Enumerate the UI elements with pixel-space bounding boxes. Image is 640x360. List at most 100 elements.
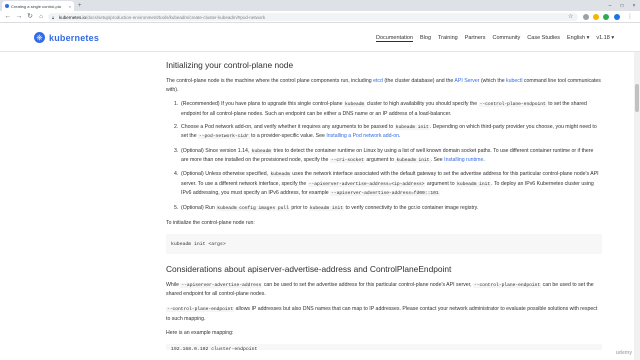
kubectl-link[interactable]: kubectl <box>506 78 522 84</box>
item-text: (Recommended) If you have plans to upgra… <box>181 100 602 118</box>
address-bar[interactable]: 🔒︎ kubernetes.io /docs/setup/production-… <box>48 13 578 21</box>
item-number: 4. <box>174 171 179 178</box>
item-number: 1. <box>174 101 179 108</box>
inline-code: kubeadm init <box>394 124 430 130</box>
pod-network-link[interactable]: Installing a Pod network add-on <box>326 133 399 139</box>
steps-list: 1. (Recommended) If you have plans to up… <box>174 100 602 213</box>
nav-documentation[interactable]: Documentation <box>376 35 413 42</box>
run-instruction: To initialize the control-plane node run… <box>166 220 255 227</box>
intro-paragraph: The control-plane node is the machine wh… <box>166 77 602 94</box>
nav-language-select[interactable]: English ▾ <box>567 35 589 42</box>
code-block[interactable]: kubeadm init <args> <box>166 233 602 254</box>
text: (Optional) Unless otherwise specified, <box>181 171 270 178</box>
item-number: 2. <box>174 123 179 130</box>
inline-code: --apiserver-advertise-address <box>180 282 263 288</box>
inline-code: --control-plane-endpoint <box>473 282 542 288</box>
nav-training[interactable]: Training <box>438 35 458 42</box>
nav-version-select[interactable]: v1.18 ▾ <box>596 35 614 42</box>
inline-code: --control-plane-endpoint <box>166 306 235 312</box>
inline-code: kubeadm <box>269 172 291 178</box>
home-icon[interactable]: ⌂ <box>37 13 45 21</box>
code-block[interactable]: 192.168.0.102 cluster-endpoint <box>166 343 602 352</box>
paragraph: While --apiserver-advertise-address can … <box>166 281 602 299</box>
etcd-link[interactable]: etcd <box>373 78 383 84</box>
url-path: /docs/setup/production-environment/tools… <box>86 14 266 20</box>
text: to a provider-specific value. See <box>249 133 327 140</box>
list-item: 3. (Optional) Since version 1.14, kubead… <box>174 147 602 166</box>
inline-code: --apiserver-advertise-address=<ip-addres… <box>307 181 426 187</box>
paragraph: Here is an example mapping: <box>166 330 234 337</box>
kubernetes-logo[interactable]: ⎈ kubernetes <box>34 32 99 43</box>
new-tab-icon[interactable]: + <box>78 2 82 10</box>
text: While <box>166 281 181 288</box>
inline-code: --apiserver-advertise-address=fd00::101 <box>330 191 440 197</box>
main-content: Initializing your control-plane node The… <box>166 60 602 352</box>
bookmark-star-icon[interactable]: ☆ <box>568 13 573 21</box>
browser-tab-strip: Creating a single control-pla × + – □ × <box>0 0 640 11</box>
forward-icon[interactable]: → <box>15 13 23 21</box>
item-text: (Optional) Run kubeadm config images pul… <box>181 204 478 214</box>
inline-code: kubeadm init <box>395 158 431 164</box>
extension-icon[interactable] <box>583 14 589 20</box>
text: argument to <box>364 157 396 164</box>
installing-runtime-link[interactable]: Installing runtime <box>444 157 483 163</box>
text: can be used to set the advertise address… <box>262 281 473 288</box>
text: prior to <box>289 204 309 211</box>
text: . <box>483 157 485 164</box>
extension-icon[interactable] <box>603 14 609 20</box>
text: (Optional) Since version 1.14, <box>181 147 251 154</box>
tab-close-icon[interactable]: × <box>69 4 71 9</box>
nav-case-studies[interactable]: Case Studies <box>527 35 560 42</box>
inline-code: kubeadm init <box>456 181 492 187</box>
extension-icon[interactable] <box>593 14 599 20</box>
inline-code: --cri-socket <box>329 158 365 164</box>
inline-code: kubeadm config images pull <box>216 205 290 211</box>
text: (Recommended) If you have plans to upgra… <box>181 101 344 108</box>
scrollbar-thumb[interactable] <box>635 84 639 112</box>
section-heading: Initializing your control-plane node <box>166 60 294 70</box>
text: cluster to high availability you should … <box>365 101 479 108</box>
site-header: ⎈ kubernetes Documentation Blog Training… <box>0 24 640 52</box>
list-item: 4. (Optional) Unless otherwise specified… <box>174 170 602 199</box>
text: . See <box>430 157 445 164</box>
inline-code: --control-plane-endpoint <box>478 102 547 108</box>
item-number: 5. <box>174 204 179 211</box>
section-heading: Considerations about apiserver-advertise… <box>166 263 452 274</box>
menu-kebab-icon[interactable]: ⋮ <box>626 13 634 21</box>
text: (which the <box>479 78 507 84</box>
list-item: 2. Choose a Pod network add-on, and veri… <box>174 123 602 142</box>
lock-icon: 🔒︎ <box>52 14 55 20</box>
text: (Optional) Run <box>181 204 217 211</box>
minimize-icon[interactable]: – <box>604 0 616 11</box>
paragraph: --control-plane-endpoint allows IP addre… <box>166 305 602 323</box>
item-text: (Optional) Since version 1.14, kubeadm t… <box>181 147 602 166</box>
nav-partners[interactable]: Partners <box>465 35 486 42</box>
window-close-icon[interactable]: × <box>628 0 640 11</box>
list-item: 5. (Optional) Run kubeadm config images … <box>174 204 602 214</box>
inline-code: --pod-network-cidr <box>198 134 250 140</box>
text: The control-plane node is the machine wh… <box>166 78 374 84</box>
nav-community[interactable]: Community <box>492 35 520 42</box>
browser-toolbar: ← → ↻ ⌂ 🔒︎ kubernetes.io /docs/setup/pro… <box>0 11 640 23</box>
text: Choose a Pod network add-on, and verify … <box>181 123 395 130</box>
profile-avatar[interactable] <box>614 14 620 20</box>
helm-wheel-icon: ⎈ <box>34 32 45 43</box>
text: argument to <box>425 180 457 187</box>
item-number: 3. <box>174 147 179 154</box>
nav-blog[interactable]: Blog <box>420 35 431 42</box>
url-host: kubernetes.io <box>59 14 87 20</box>
back-icon[interactable]: ← <box>4 13 12 21</box>
list-item: 1. (Recommended) If you have plans to up… <box>174 100 602 118</box>
reload-icon[interactable]: ↻ <box>26 13 34 21</box>
text: (the cluster database) and the <box>382 78 455 84</box>
inline-code: kubeadm <box>343 102 366 108</box>
item-text: (Optional) Unless otherwise specified, k… <box>181 170 602 199</box>
browser-tab[interactable]: Creating a single control-pla × <box>2 1 74 11</box>
text: . <box>399 133 401 140</box>
logo-text: kubernetes <box>49 32 100 43</box>
tab-title: Creating a single control-pla <box>11 3 61 9</box>
maximize-icon[interactable]: □ <box>616 0 628 11</box>
inline-code: kubeadm init <box>308 205 344 211</box>
text: to verify connectivity to the gcr.io con… <box>344 204 479 211</box>
api-server-link[interactable]: API Server <box>454 78 479 84</box>
